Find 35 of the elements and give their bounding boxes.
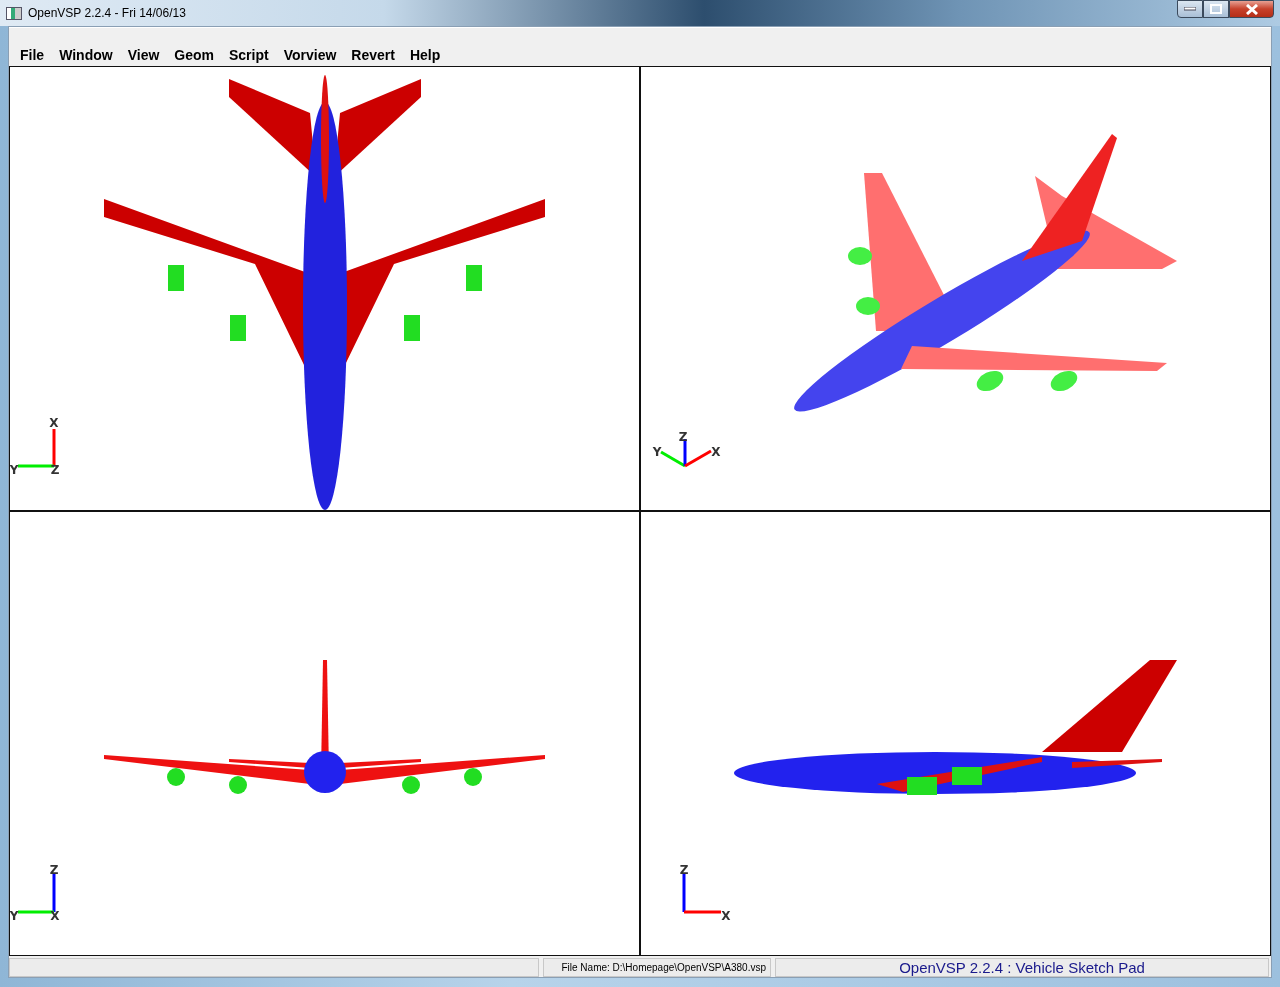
minimize-button[interactable] [1177, 0, 1203, 18]
menu-item[interactable]: Vorview [276, 47, 344, 63]
app-icon [6, 6, 22, 20]
axis-label: Z [679, 862, 689, 877]
close-button[interactable] [1229, 0, 1274, 18]
axis-label: Y [10, 462, 19, 477]
menu-item[interactable]: Help [402, 47, 448, 63]
menu-item[interactable]: Window [52, 47, 120, 63]
viewport[interactable]: X Y Z [10, 67, 639, 510]
minimize-icon [1184, 7, 1196, 11]
axis-label: Z [49, 862, 59, 877]
viewport[interactable]: Y Z X [641, 67, 1270, 510]
menu-item[interactable]: Script [222, 47, 276, 63]
axis-label: X [711, 444, 721, 459]
menu-item[interactable]: Revert [344, 47, 402, 63]
axis-label: X [49, 415, 59, 430]
close-icon [1244, 3, 1259, 15]
axis-label: Z [50, 462, 60, 477]
axis-label: Y [652, 444, 662, 459]
axis-triad-drawing [682, 874, 721, 914]
viewport[interactable]: Z X [641, 512, 1270, 955]
axis-label: X [721, 908, 731, 923]
maximize-button[interactable] [1203, 0, 1229, 18]
file-name-label: File Name: D:\Homepage\OpenVSP\A380.vsp [543, 958, 771, 977]
axis-label: Z [678, 429, 688, 444]
maximize-icon [1210, 4, 1222, 14]
axis-label: X [50, 908, 60, 923]
menu-item[interactable]: View [120, 47, 167, 63]
axis-label: Y [10, 908, 19, 923]
menu-item[interactable]: File [13, 47, 52, 63]
app-name-label: OpenVSP 2.2.4 : Vehicle Sketch Pad [775, 958, 1269, 977]
window-title: OpenVSP 2.2.4 - Fri 14/06/13 [28, 6, 186, 20]
axis-triad-drawing [660, 439, 712, 468]
viewport[interactable]: Z Y X [10, 512, 639, 955]
menu-item[interactable]: Geom [167, 47, 221, 63]
